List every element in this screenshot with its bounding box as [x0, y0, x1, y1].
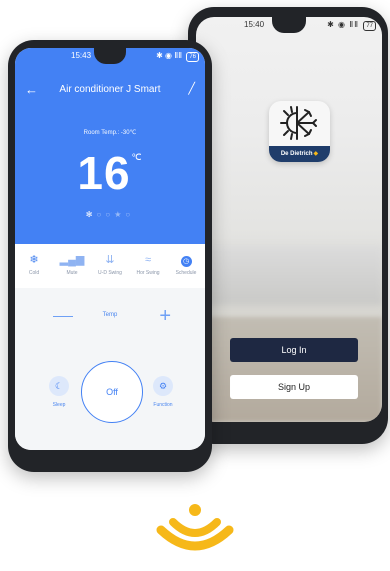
mode-label: Cold — [28, 270, 40, 276]
mode-label: Schedule — [175, 270, 197, 276]
temperature-adjuster: Temp + — [15, 306, 205, 326]
mode-bar: ❄ Cold ▂▄▆ Mute ⇊ U-D Swing ≈ Hor Swing … — [15, 253, 205, 293]
setpoint-display: 16℃ — [15, 146, 205, 200]
room-temperature: Room Temp.: -30℃ — [83, 130, 137, 136]
login-button[interactable]: Log In — [230, 338, 358, 362]
wifi-icon — [156, 504, 234, 551]
mode-label: Mute — [66, 270, 78, 276]
app-header: ← Air conditioner J Smart ╱ — [15, 82, 205, 102]
background-sofa — [196, 245, 382, 305]
horizontal-swing-icon: ≈ — [144, 254, 152, 266]
status-icons-group: ✱ ◉ ⅡⅡ — [327, 20, 360, 29]
temp-label: Temp — [102, 312, 118, 318]
brand-bar: De Dietrich◆ — [269, 146, 330, 162]
clock-icon: ◷ — [180, 256, 192, 267]
function-button[interactable]: ⚙ — [153, 376, 173, 396]
mode-label: U-D Swing — [98, 270, 122, 276]
fan-level-icon: ★ — [114, 210, 126, 219]
temperature-panel: 15:43 ✱ ◉ ⅡⅡ 76 ← Air conditioner J Smar… — [15, 48, 205, 244]
snowflake-sun-icon — [280, 106, 317, 140]
mode-cold[interactable]: ❄ Cold — [17, 253, 51, 293]
function-label: Function — [153, 402, 173, 408]
fan-icon: ✻ — [85, 210, 97, 219]
gear-icon: ⚙ — [158, 381, 168, 391]
increase-temp-button[interactable]: + — [159, 306, 171, 326]
moon-icon: ☾ — [54, 381, 64, 391]
setpoint-unit: ℃ — [131, 152, 143, 162]
sleep-button[interactable]: ☾ — [49, 376, 69, 396]
login-phone: 15:40 ✱ ◉ ⅡⅡ 77 De Dietrich◆ Log In Sign… — [188, 7, 388, 444]
battery-icon: 76 — [186, 52, 199, 62]
device-title: Air conditioner J Smart — [59, 84, 161, 95]
snowflake-icon: ❄ — [29, 254, 39, 266]
status-time: 15:43 — [71, 51, 92, 60]
background-floor — [196, 317, 382, 422]
signup-button[interactable]: Sign Up — [230, 375, 358, 399]
mode-hor-swing[interactable]: ≈ Hor Swing — [131, 253, 165, 293]
status-icons-group: ✱ ◉ ⅡⅡ — [156, 51, 183, 60]
mode-label: Hor Swing — [136, 270, 160, 276]
setpoint-value: 16 — [77, 147, 131, 199]
camera-notch — [272, 17, 306, 33]
updown-swing-icon: ⇊ — [105, 254, 115, 266]
fan-speed-indicator: ✻○○★○ — [15, 210, 205, 219]
control-screen: 15:43 ✱ ◉ ⅡⅡ 76 ← Air conditioner J Smar… — [15, 48, 205, 450]
login-screen: 15:40 ✱ ◉ ⅡⅡ 77 De Dietrich◆ Log In Sign… — [196, 17, 382, 422]
control-phone: 15:43 ✱ ◉ ⅡⅡ 76 ← Air conditioner J Smar… — [8, 40, 212, 472]
battery-icon: 77 — [363, 21, 376, 31]
sleep-label: Sleep — [52, 402, 66, 408]
fan-level-icon: ○ — [105, 210, 115, 219]
mode-ud-swing[interactable]: ⇊ U-D Swing — [93, 253, 127, 293]
wifi-arc-middle — [169, 518, 221, 537]
power-button[interactable]: Off — [81, 361, 143, 423]
wifi-dot — [189, 504, 201, 516]
status-time: 15:40 — [244, 20, 265, 29]
fan-level-icon: ○ — [125, 210, 135, 219]
mode-mute[interactable]: ▂▄▆ Mute — [55, 253, 89, 293]
app-logo: De Dietrich◆ — [269, 101, 330, 162]
camera-notch — [94, 48, 126, 64]
status-icons: ✱ ◉ ⅡⅡ 76 — [156, 51, 199, 62]
flame-icon: ◆ — [313, 151, 319, 157]
signal-bars-icon: ▂▄▆ — [59, 254, 85, 266]
edit-icon[interactable]: ╱ — [188, 82, 195, 95]
status-icons: ✱ ◉ ⅡⅡ 77 — [327, 20, 376, 31]
clock-icon-wrap: ◷ — [169, 253, 203, 267]
mode-schedule[interactable]: ◷ Schedule — [169, 253, 203, 293]
brand-name: De Dietrich — [280, 151, 313, 157]
